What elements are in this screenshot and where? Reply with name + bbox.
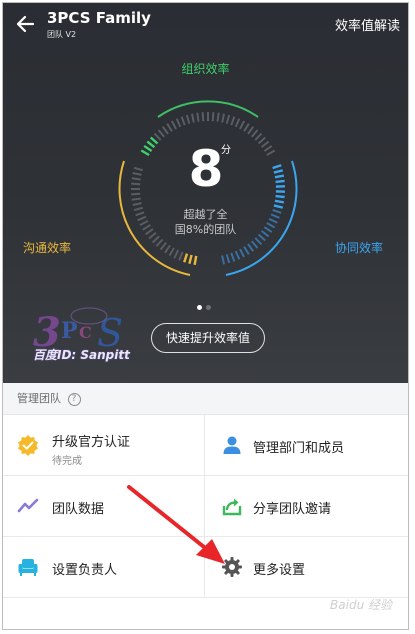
org-arc-tick [175,118,182,128]
comm-arc-tick [132,202,142,206]
team-data-item[interactable]: 团队数据 [3,476,205,537]
org-arc-tick [166,123,173,132]
org-arc-tick [211,112,215,122]
coop-arc-tick [243,246,250,255]
coop-arc-tick [254,237,263,246]
comm-arc-tick [151,235,160,244]
coop-arc-tick-active [274,199,285,204]
org-arc-tick [161,126,169,135]
page-indicator [197,295,215,314]
upgrade-certification-item[interactable]: 升级官方认证 待完成 [3,415,205,476]
item-label: 更多设置 [253,563,306,578]
page-dot [197,305,202,310]
coop-arc-tick [221,255,225,265]
coop-arc-tick [247,243,255,252]
org-arc-tick [185,114,191,124]
team-management-section: 管理团队 ? 升级官方认证 待完成 管理部门和成员 团队数据 分享团队邀请 设置… [3,383,408,629]
org-arc-tick [191,113,195,123]
comm-arc-tick [178,251,184,261]
app-frame: 3PCS Family 团队 V2 效率值解读 组织效率 沟通效率 协同效率 8… [2,2,409,630]
beat-text-line2: 国8%的团队 [174,223,237,236]
org-arc-tick [196,112,200,122]
corner-watermark: Baidu 经验 [330,598,392,612]
org-arc-tick [201,112,205,122]
comm-arc-tick-active [188,254,193,265]
comm-arc-tick [164,244,171,254]
comm-arc-tick [173,249,180,259]
watermark-text: 百度ID: Sanpitt [33,348,130,362]
org-arc-tick [157,129,166,138]
boost-efficiency-button[interactable]: 快速提升效率值 [151,323,265,353]
trend-chart-icon [17,498,39,513]
management-header: 管理团队 ? [3,383,408,415]
comm-efficiency-label: 沟通效率 [23,241,72,255]
comm-arc-tick [168,247,175,257]
item-label: 团队数据 [52,502,105,517]
comm-arc-tick [155,238,164,247]
org-arc-tick [243,123,250,132]
comm-arc-tick [159,241,167,251]
page-dot [206,305,211,310]
coop-arc-tick [239,248,246,258]
org-arc-tick [234,118,241,128]
item-label: 设置负责人 [52,563,118,578]
help-icon[interactable]: ? [67,392,81,406]
manage-departments-item[interactable]: 管理部门和成员 [205,415,408,476]
coop-arc-tick [225,254,231,264]
svg-text:P: P [61,318,78,344]
org-arc-tick [225,114,231,124]
share-icon [222,498,242,516]
verified-badge-icon [18,435,38,456]
org-efficiency-label: 组织效率 [181,62,230,76]
org-arc-tick [216,112,220,122]
efficiency-score: 8 [188,140,224,198]
coop-arc-tick [250,240,259,249]
org-arc-tick [221,113,225,123]
coop-arc-tick [234,250,241,260]
org-arc-tick [170,120,177,130]
comm-arc-tick [131,197,141,201]
share-invite-item[interactable]: 分享团队邀请 [205,476,408,537]
score-unit: 分 [221,145,231,156]
more-settings-item[interactable]: 更多设置 [205,537,408,598]
efficiency-hero: 3PCS Family 团队 V2 效率值解读 组织效率 沟通效率 协同效率 8… [3,3,408,383]
item-label: 分享团队邀请 [253,502,332,517]
item-label: 升级官方认证 [52,435,131,450]
org-arc-tick [230,116,236,126]
org-arc-tick [250,129,259,138]
beat-text-line1: 超越了全 [183,208,228,221]
management-title: 管理团队 [17,392,61,405]
comm-arc-tick-active [193,255,198,266]
org-arc-tick [247,126,255,135]
comm-arc-tick-active [183,253,189,263]
item-status: 待完成 [52,456,82,467]
armchair-icon [18,559,38,576]
org-arc-tick [239,120,246,130]
coop-arc-tick [230,252,236,262]
org-arc-tick [180,116,186,126]
coop-efficiency-label: 协同效率 [335,241,384,255]
gear-icon [222,557,242,577]
set-owner-item[interactable]: 设置负责人 [3,537,205,598]
item-label: 管理部门和成员 [253,441,345,456]
person-icon [223,436,241,454]
svg-text:C: C [79,323,92,342]
